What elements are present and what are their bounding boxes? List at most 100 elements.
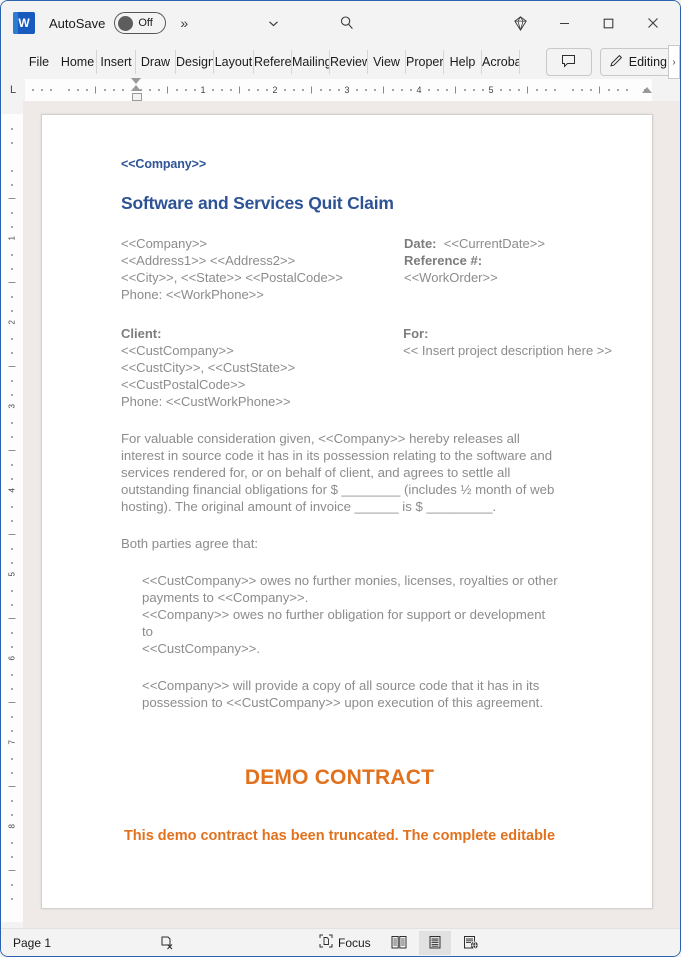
horizontal-ruler-track[interactable]: 1 2 3 4 5 — [25, 78, 652, 101]
tab-draw[interactable]: Draw — [136, 50, 176, 74]
ruler-tick — [11, 898, 13, 900]
ruler-tick — [86, 89, 88, 91]
ruler-tick — [428, 89, 430, 91]
for-value: << Insert project description here >> — [403, 343, 612, 358]
tab-stop-selector[interactable]: L — [1, 79, 25, 101]
close-button[interactable] — [630, 8, 676, 38]
client-line-2: <<CustCity>>, <<CustState>> — [121, 360, 296, 375]
client-block: Client: <<CustCompany>> <<CustCity>>, <<… — [121, 325, 403, 410]
tab-home[interactable]: Home — [59, 50, 97, 74]
ribbon-right-group: Editing — [545, 48, 674, 76]
ruler-tick — [608, 89, 610, 91]
maximize-button[interactable] — [586, 8, 630, 38]
agreement-intro: Both parties agree that: — [121, 536, 259, 551]
editing-mode-button[interactable]: Editing — [599, 48, 674, 76]
chevron-down-icon[interactable] — [256, 9, 290, 37]
ruler-tick — [230, 89, 232, 91]
ruler-tick — [11, 184, 13, 186]
ruler-tick — [464, 89, 466, 91]
view-mode-group — [383, 930, 487, 955]
sender-meta-block: <<Company>> <<Address1>> <<Address2>> <<… — [121, 235, 612, 303]
tab-file[interactable]: File — [19, 50, 59, 74]
ruler-tick — [122, 89, 124, 91]
tab-references[interactable]: References — [254, 50, 292, 74]
demo-contract-title: DEMO CONTRACT — [244, 766, 435, 789]
proofing-errors-icon[interactable] — [153, 931, 181, 955]
ruler-tick — [167, 86, 168, 94]
ruler-number: 5 — [7, 572, 17, 577]
ruler-tick — [11, 352, 13, 354]
diamond-icon[interactable] — [498, 8, 542, 38]
ruler-tick — [239, 86, 240, 94]
tab-properties[interactable]: Properties — [406, 50, 444, 74]
ribbon-overflow-chevron[interactable]: › — [668, 45, 680, 79]
ruler-tick — [158, 89, 160, 91]
document-title: Software and Services Quit Claim — [121, 193, 394, 213]
horizontal-ruler[interactable]: L 1 2 3 4 5 — [1, 78, 680, 101]
first-line-indent-marker[interactable] — [131, 78, 141, 84]
tab-help[interactable]: Help — [444, 50, 482, 74]
client-line-1: <<CustCompany>> — [121, 343, 234, 358]
ruler-tick — [8, 534, 16, 535]
autosave-toggle-knob — [118, 15, 134, 31]
tab-acrobat[interactable]: Acrobat — [482, 50, 520, 74]
ruler-tick — [554, 89, 556, 91]
ruler-tick — [11, 478, 13, 480]
ruler-tick — [11, 800, 13, 802]
qat-more-button[interactable]: » — [180, 15, 188, 31]
ruler-tick — [8, 366, 16, 367]
ruler-tick — [11, 604, 13, 606]
tab-layout[interactable]: Layout — [214, 50, 254, 74]
title-bar-center-group — [256, 9, 364, 37]
left-indent-marker[interactable] — [131, 93, 142, 101]
print-layout-icon[interactable] — [419, 930, 451, 955]
ruler-number: 8 — [7, 824, 17, 829]
word-window: W AutoSave Off » File Home Insert Draw D… — [0, 0, 681, 957]
ruler-tick — [77, 89, 79, 91]
ruler-number: 5 — [488, 85, 494, 95]
document-page[interactable]: <<Company>> Software and Services Quit C… — [41, 114, 653, 909]
comments-button[interactable] — [545, 48, 592, 76]
ruler-tick — [527, 86, 528, 94]
ruler-tick — [11, 772, 13, 774]
tab-review[interactable]: Review — [330, 50, 368, 74]
focus-label: Focus — [338, 935, 371, 950]
ruler-tick — [482, 89, 484, 91]
reference-label: Reference #: — [404, 253, 483, 268]
ruler-tick — [194, 89, 196, 91]
web-layout-icon[interactable] — [455, 931, 487, 955]
ruler-tick — [383, 86, 384, 94]
ruler-tick — [68, 89, 70, 91]
vertical-ruler[interactable]: 1 2 3 4 5 6 7 8 — [1, 101, 23, 928]
focus-mode-button[interactable]: Focus — [313, 931, 377, 955]
agreement-item-3: <<CustCompany>>. — [142, 641, 261, 656]
ruler-tick — [11, 254, 13, 256]
agreement-item-4: <<Company>> will provide a copy of all s… — [142, 678, 544, 710]
ruler-tick — [11, 688, 13, 690]
ruler-tick — [11, 646, 13, 648]
tab-insert[interactable]: Insert — [97, 50, 136, 74]
ruler-tick — [599, 86, 600, 94]
read-mode-icon[interactable] — [383, 931, 415, 955]
ruler-tick — [11, 464, 13, 466]
date-line: Date: <<CurrentDate>> — [404, 235, 612, 252]
autosave-toggle[interactable]: Off — [114, 12, 167, 34]
for-block: For: << Insert project description here … — [403, 325, 612, 410]
vertical-ruler-track[interactable]: 1 2 3 4 5 6 7 8 — [1, 114, 23, 922]
document-canvas[interactable]: <<Company>> Software and Services Quit C… — [23, 101, 680, 928]
page-number-status[interactable]: Page 1 — [13, 936, 51, 950]
ruler-tick — [518, 89, 520, 91]
search-icon[interactable] — [330, 9, 364, 37]
window-controls — [498, 8, 676, 38]
ruler-tick — [11, 814, 13, 816]
document-meta-block: Date: <<CurrentDate>> Reference #: <<Wor… — [404, 235, 612, 303]
ruler-tick — [8, 618, 16, 619]
tab-view[interactable]: View — [368, 50, 406, 74]
minimize-button[interactable] — [542, 8, 586, 38]
tab-design[interactable]: Design — [176, 50, 214, 74]
tab-mailings[interactable]: Mailings — [292, 50, 330, 74]
ruler-tick — [410, 89, 412, 91]
ruler-tick — [221, 89, 223, 91]
ruler-tick — [545, 89, 547, 91]
document-content[interactable]: <<Company>> Software and Services Quit C… — [121, 157, 612, 844]
